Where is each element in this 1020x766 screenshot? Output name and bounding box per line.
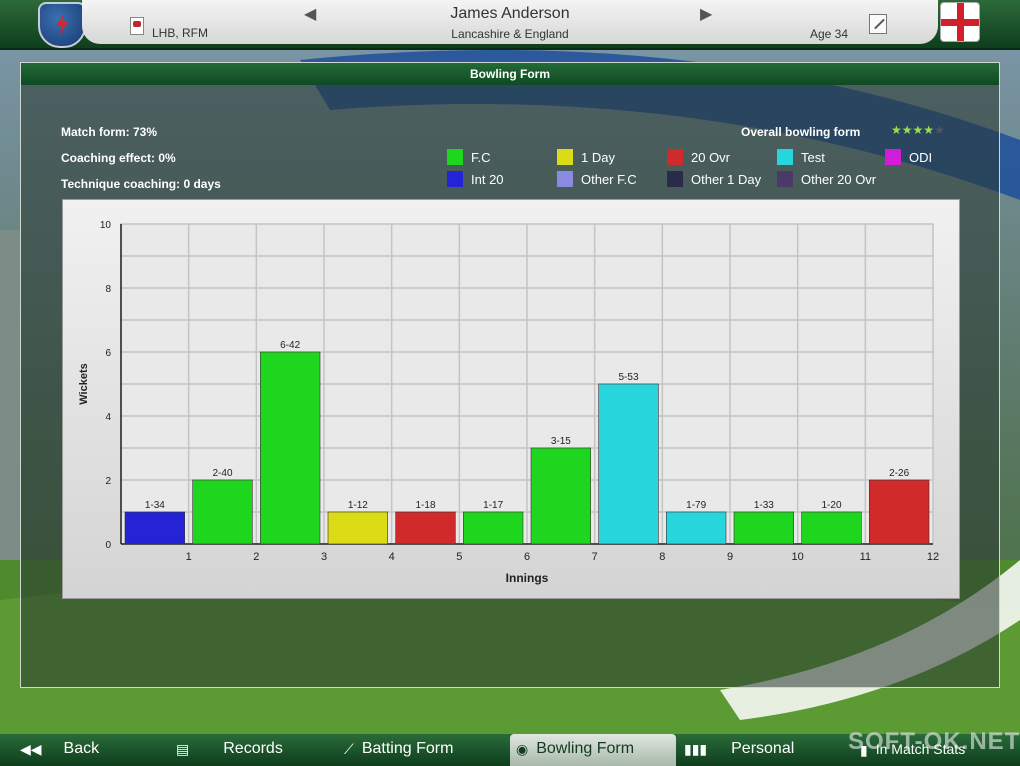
legend-swatch [447, 149, 463, 165]
batting-hand-icon [130, 17, 144, 35]
x-tick-label: 4 [389, 551, 395, 563]
legend-swatch [557, 171, 573, 187]
records-icon: ▤ [176, 741, 190, 757]
player-name-bar: LHB, RFM ◀ James Anderson Lancashire & E… [82, 0, 938, 44]
x-tick-label: 2 [253, 551, 259, 563]
bar-data-label: 3-15 [551, 436, 571, 447]
england-flag-icon [940, 2, 980, 42]
legend-swatch [667, 171, 683, 187]
bar-data-label: 2-26 [889, 468, 909, 479]
overall-bowling-form-label: Overall bowling form [741, 125, 861, 139]
match-form: Match form: 73% [61, 125, 158, 139]
panel-title: Bowling Form [21, 63, 999, 85]
y-axis-title: Wickets [78, 363, 90, 404]
bar-data-label: 1-17 [483, 500, 503, 511]
bar [463, 511, 524, 545]
team-shield-icon[interactable] [38, 2, 86, 48]
back-arrows-icon: ◀◀ [20, 741, 42, 757]
legend-swatch [667, 149, 683, 165]
bar-data-label: 1-20 [821, 500, 841, 511]
player-style: LHB, RFM [152, 26, 209, 40]
x-axis-title: Innings [506, 571, 549, 585]
back-button[interactable]: ◀◀ Back [20, 734, 140, 766]
bowling-form-chart: 0 2 4 6 8 10 1 2 3 4 5 6 7 8 9 10 11 12 1-34 2-40 6-42 1-12 1-… [62, 199, 960, 599]
legend-swatch [777, 149, 793, 165]
bar-data-label: 1-12 [348, 500, 368, 511]
y-tick-label: 6 [105, 348, 111, 359]
y-tick-label: 0 [105, 540, 111, 551]
technique-coaching: Technique coaching: 0 days [61, 177, 221, 191]
bar [395, 511, 456, 545]
x-tick-label: 1 [186, 551, 192, 563]
next-player-icon[interactable]: ▶ [700, 4, 712, 24]
bar [869, 479, 930, 545]
records-button[interactable]: ▤ Records [176, 734, 316, 766]
previous-player-icon[interactable]: ◀ [304, 4, 316, 24]
bar-data-label: 1-33 [754, 500, 774, 511]
bar [124, 511, 185, 545]
y-tick-label: 8 [105, 284, 111, 295]
bowling-icon: ◉ [516, 741, 529, 757]
top-header-bar: LHB, RFM ◀ James Anderson Lancashire & E… [0, 0, 1020, 50]
bar [192, 479, 253, 545]
bar-data-label: 6-42 [280, 340, 300, 351]
bar [598, 383, 659, 545]
legend-swatch [777, 171, 793, 187]
player-name: James Anderson [450, 5, 570, 22]
bar-chart: 02468101 2 3 4 5 6 7 8 9 10 11 121-342-406-421-12 1-… [78, 220, 939, 585]
x-tick-label: 6 [524, 551, 530, 563]
bar [530, 447, 591, 545]
x-tick-label: 8 [659, 551, 665, 563]
bar [733, 511, 794, 545]
y-tick-label: 10 [100, 220, 112, 231]
x-tick-label: 11 [860, 551, 871, 563]
overall-form-stars: ★★★★★ [891, 123, 945, 137]
bar-data-label: 1-34 [145, 500, 165, 511]
bar [666, 511, 727, 545]
x-tick-label: 10 [792, 551, 804, 563]
player-team: Lancashire & England [451, 27, 569, 41]
x-tick-label: 12 [927, 551, 939, 563]
star-rating: ★★★★ [891, 123, 935, 137]
bar-data-label: 2-40 [212, 468, 232, 479]
coaching-effect: Coaching effect: 0% [61, 151, 176, 165]
x-tick-label: 9 [727, 551, 733, 563]
personal-button[interactable]: ▮▮▮ Personal [684, 734, 814, 766]
x-tick-label: 5 [456, 551, 462, 563]
watermark: SOFT-OK.NET [848, 728, 1020, 755]
bar [327, 511, 388, 545]
bar [801, 511, 862, 545]
batting-icon: ⟋ [344, 741, 354, 757]
y-tick-label: 2 [105, 476, 111, 487]
legend-swatch [557, 149, 573, 165]
x-tick-label: 7 [592, 551, 598, 563]
bowling-form-button[interactable]: ◉ Bowling Form [510, 734, 676, 766]
y-tick-label: 4 [105, 412, 111, 423]
legend-swatch [885, 149, 901, 165]
bar-data-label: 1-79 [686, 500, 706, 511]
legend-swatch [447, 171, 463, 187]
bar [260, 351, 321, 545]
bar-data-label: 1-18 [415, 500, 435, 511]
bar-data-label: 5-53 [618, 372, 638, 383]
player-age: Age 34 [810, 27, 849, 41]
bowling-form-panel: Bowling Form Match form: 73% Coaching ef… [20, 62, 1000, 688]
x-tick-label: 3 [321, 551, 327, 563]
personal-icon: ▮▮▮ [684, 741, 708, 757]
edit-icon[interactable] [869, 14, 887, 34]
batting-form-button[interactable]: ⟋ Batting Form [344, 734, 504, 766]
